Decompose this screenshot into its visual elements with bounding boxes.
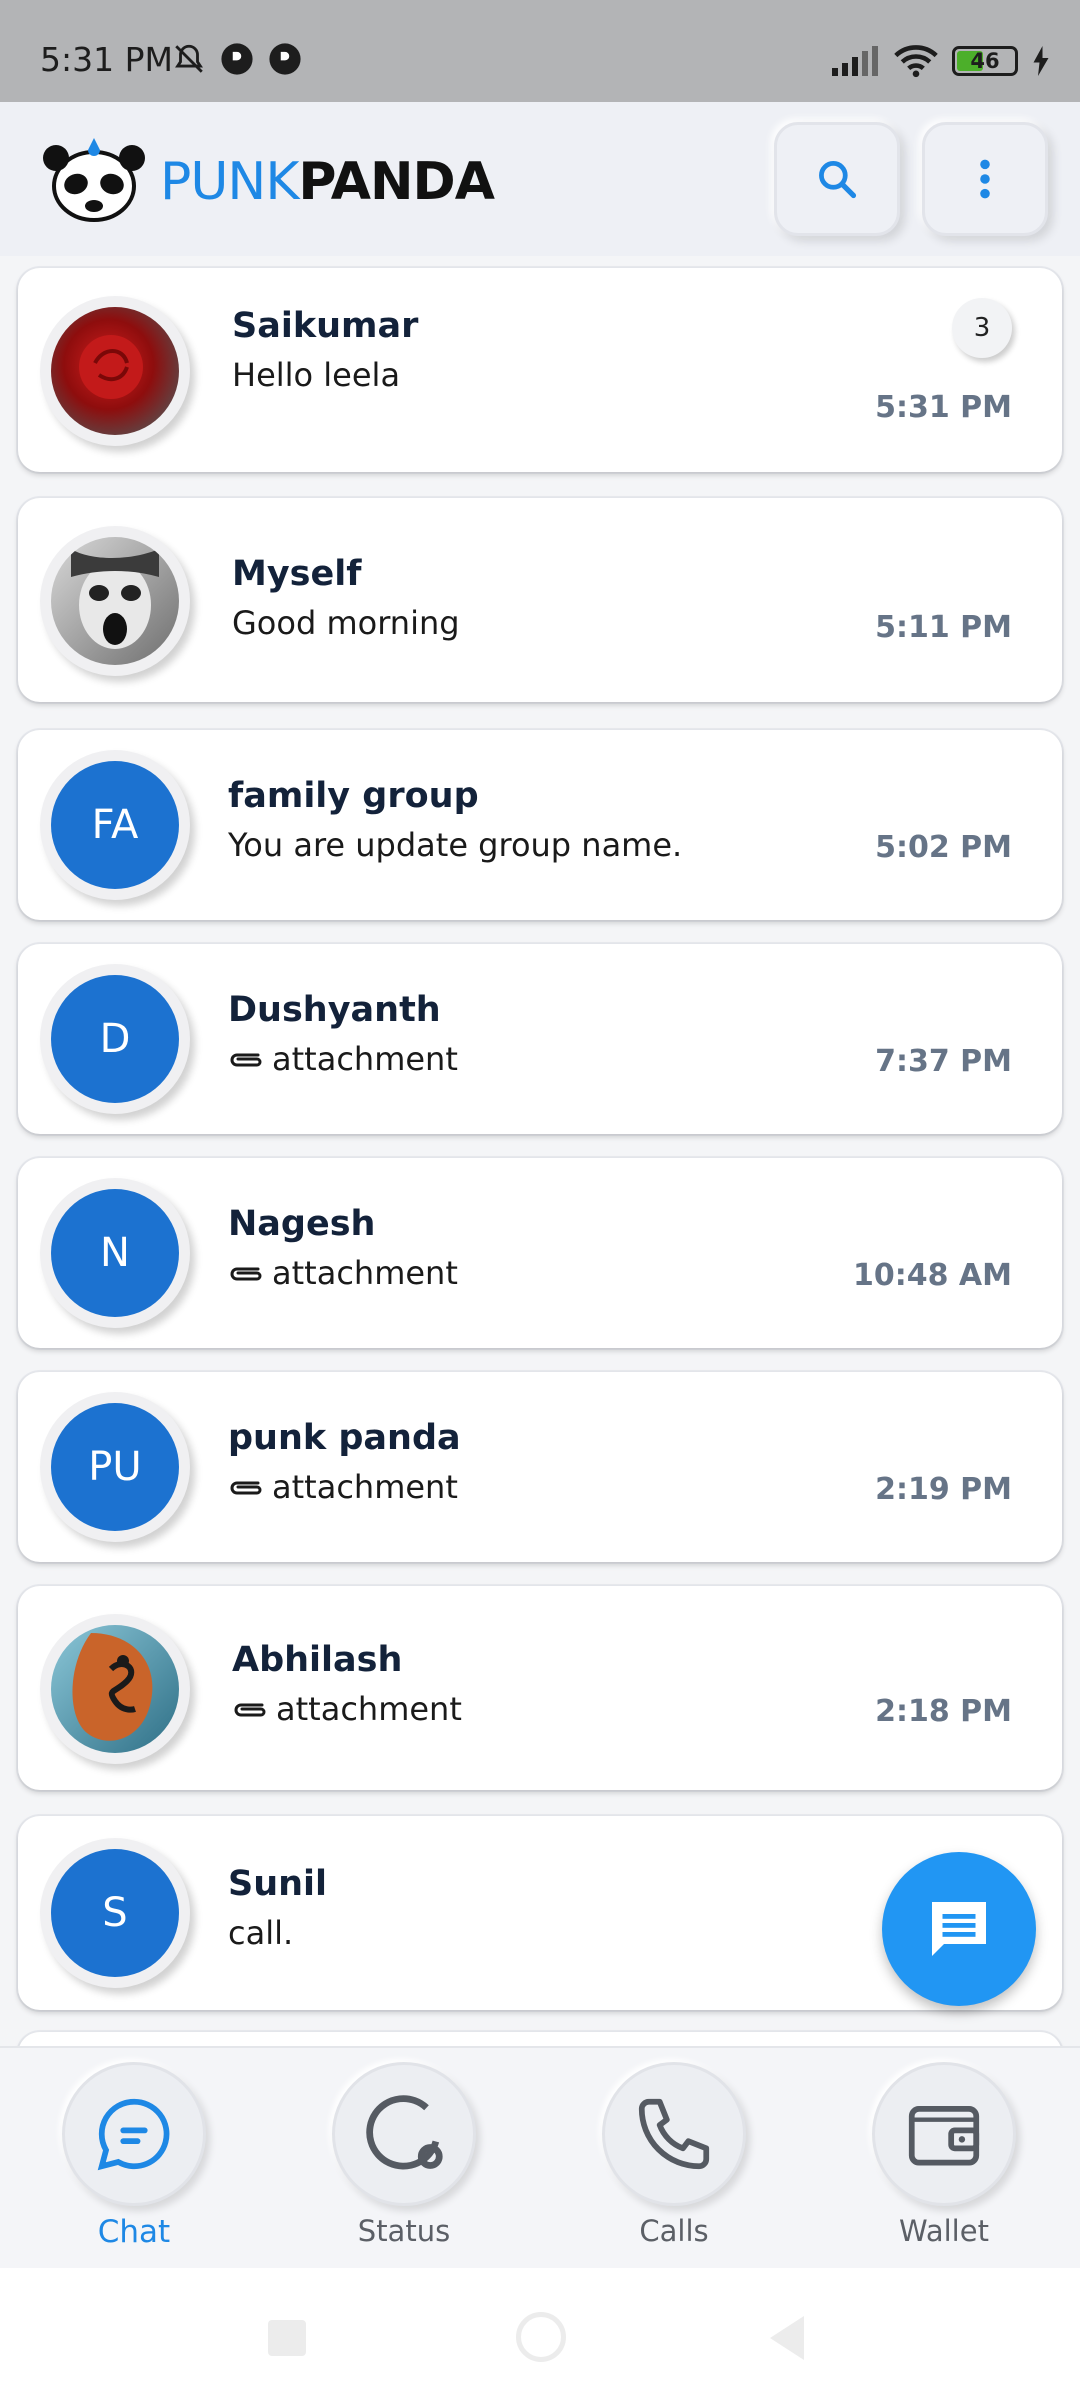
avatar: N bbox=[40, 1178, 190, 1328]
chat-name: punk panda bbox=[228, 1418, 461, 1458]
mute-bell-icon bbox=[175, 44, 203, 73]
system-navigation-bar bbox=[0, 2268, 1080, 2400]
charging-icon bbox=[1033, 46, 1049, 76]
avatar bbox=[40, 296, 190, 446]
avatar: FA bbox=[40, 750, 190, 900]
bottom-navigation: Chat Status Calls Wallet bbox=[0, 2046, 1080, 2268]
chat-item[interactable]: FA family group You are update group nam… bbox=[18, 730, 1062, 920]
chat-name: Nagesh bbox=[228, 1204, 376, 1244]
recents-button[interactable] bbox=[268, 2320, 306, 2356]
chat-time: 5:11 PM bbox=[875, 610, 1012, 645]
chat-last-message: attachment bbox=[228, 1468, 458, 1506]
chat-time: 7:37 PM bbox=[875, 1044, 1012, 1079]
status-time: 5:31 PM bbox=[40, 40, 173, 79]
attachment-icon bbox=[234, 1703, 266, 1717]
app-notification-icon bbox=[221, 43, 253, 75]
search-icon bbox=[819, 161, 857, 199]
chat-time: 2:18 PM bbox=[875, 1694, 1012, 1729]
chat-last-message: You are update group name. bbox=[228, 826, 683, 864]
chat-name: Dushyanth bbox=[228, 990, 441, 1030]
home-button[interactable] bbox=[516, 2312, 566, 2362]
unread-badge: 3 bbox=[952, 298, 1012, 358]
status-icon bbox=[366, 2095, 443, 2170]
nav-status[interactable]: Status bbox=[324, 2062, 484, 2248]
panda-logo-icon bbox=[43, 138, 145, 222]
chat-last-message: attachment bbox=[228, 1040, 458, 1078]
chat-item[interactable]: Abhilash attachment 2:18 PM bbox=[18, 1586, 1062, 1790]
more-vert-icon bbox=[980, 159, 990, 199]
signal-icon bbox=[832, 46, 878, 76]
app-header: PUNKPANDA bbox=[0, 102, 1080, 256]
wifi-icon bbox=[894, 45, 938, 78]
nav-label: Status bbox=[357, 2214, 451, 2248]
more-options-button[interactable] bbox=[922, 122, 1048, 236]
chat-list[interactable]: Saikumar Hello leela 3 5:31 PM Myself Go… bbox=[0, 256, 1080, 2046]
new-chat-button[interactable] bbox=[882, 1852, 1036, 2006]
status-system-icons: 46 bbox=[832, 44, 1050, 78]
nav-label: Chat bbox=[97, 2214, 171, 2250]
attachment-icon bbox=[230, 1481, 262, 1495]
avatar: S bbox=[40, 1838, 190, 1988]
chat-last-message: attachment bbox=[228, 1254, 458, 1292]
avatar: PU bbox=[40, 1392, 190, 1542]
attachment-icon bbox=[230, 1053, 262, 1067]
chat-time: 5:31 PM bbox=[875, 390, 1012, 425]
avatar bbox=[40, 526, 190, 676]
chat-name: Myself bbox=[232, 554, 362, 594]
chat-last-message: Good morning bbox=[232, 604, 460, 642]
nav-chat[interactable]: Chat bbox=[54, 2062, 214, 2250]
chat-item[interactable]: PU punk panda attachment 2:19 PM bbox=[18, 1372, 1062, 1562]
chat-item[interactable]: D Dushyanth attachment 7:37 PM bbox=[18, 944, 1062, 1134]
chat-name: Sunil bbox=[228, 1864, 328, 1904]
chat-time: 10:48 AM bbox=[852, 1258, 1012, 1293]
chat-item[interactable] bbox=[18, 2032, 1062, 2046]
chat-item[interactable]: N Nagesh attachment 10:48 AM bbox=[18, 1158, 1062, 1348]
nav-label: Calls bbox=[639, 2214, 709, 2248]
chat-time: 5:02 PM bbox=[875, 830, 1012, 865]
chat-name: Abhilash bbox=[232, 1640, 403, 1680]
battery-icon: 46 bbox=[952, 46, 1018, 76]
search-button[interactable] bbox=[774, 122, 900, 236]
avatar bbox=[40, 1614, 190, 1764]
attachment-icon bbox=[230, 1267, 262, 1281]
chat-item[interactable]: Myself Good morning 5:11 PM bbox=[18, 498, 1062, 702]
chat-item[interactable]: Saikumar Hello leela 3 5:31 PM bbox=[18, 268, 1062, 472]
brand-name: PUNKPANDA bbox=[160, 152, 495, 212]
nav-calls[interactable]: Calls bbox=[594, 2062, 754, 2248]
chat-name: family group bbox=[228, 776, 479, 816]
chat-time: 2:19 PM bbox=[875, 1472, 1012, 1507]
nav-label: Wallet bbox=[899, 2214, 989, 2248]
status-bar: 5:31 PM 46 bbox=[0, 0, 1080, 102]
avatar: D bbox=[40, 964, 190, 1114]
app-notification-icon bbox=[269, 43, 301, 75]
wallet-icon bbox=[908, 2106, 980, 2166]
message-icon bbox=[932, 1902, 986, 1956]
chat-last-message: Hello leela bbox=[232, 356, 401, 394]
chat-bubble-icon bbox=[97, 2098, 170, 2171]
chat-last-message: attachment bbox=[232, 1690, 462, 1728]
status-notification-icons bbox=[172, 42, 302, 76]
phone-icon bbox=[638, 2098, 710, 2170]
chat-name: Saikumar bbox=[232, 306, 419, 346]
nav-wallet[interactable]: Wallet bbox=[864, 2062, 1024, 2248]
chat-last-message: call. bbox=[228, 1914, 294, 1952]
back-button[interactable] bbox=[770, 2316, 804, 2360]
